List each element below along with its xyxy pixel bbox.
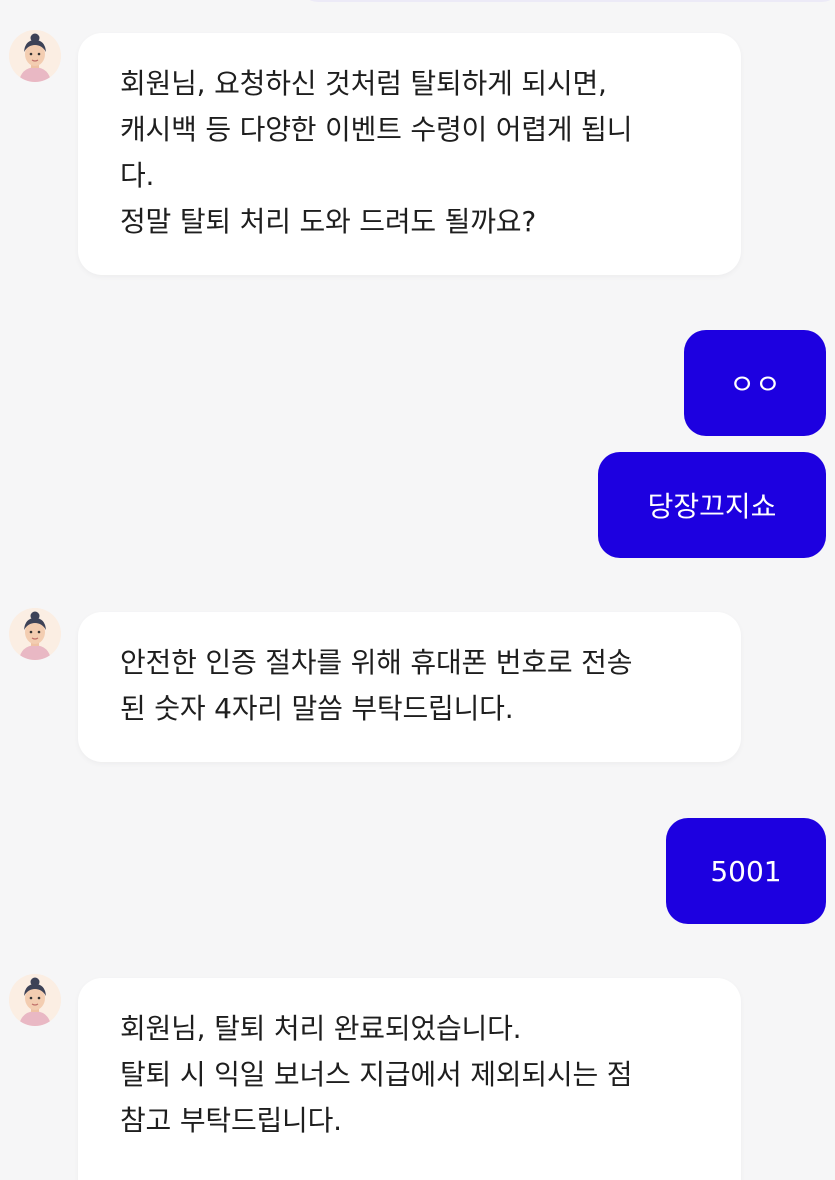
user-message-bubble: 5001 xyxy=(666,818,826,924)
user-message-text: ㅇㅇ xyxy=(729,368,781,401)
chat-screen: 회원님, 요청하신 것처럼 탈퇴하게 되시면, 캐시백 등 다양한 이벤트 수령… xyxy=(0,0,835,1180)
user-message-text: 5001 xyxy=(710,854,782,888)
agent-avatar-icon xyxy=(9,608,61,660)
user-message-text: 당장끄지쇼 xyxy=(647,490,777,523)
previous-message-edge xyxy=(300,0,835,2)
bot-message-bubble: 안전한 인증 절차를 위해 휴대폰 번호로 전송 된 숫자 4자리 말씀 부탁드… xyxy=(78,612,741,762)
user-message-bubble: 당장끄지쇼 xyxy=(598,452,826,558)
agent-avatar-icon xyxy=(9,974,61,1026)
bot-message-bubble: 회원님, 요청하신 것처럼 탈퇴하게 되시면, 캐시백 등 다양한 이벤트 수령… xyxy=(78,33,741,275)
user-message-bubble: ㅇㅇ xyxy=(684,330,826,436)
bot-message-text: 안전한 인증 절차를 위해 휴대폰 번호로 전송 된 숫자 4자리 말씀 부탁드… xyxy=(120,646,633,725)
agent-avatar-icon xyxy=(9,30,61,82)
bot-message-text: 회원님, 탈퇴 처리 완료되었습니다. 탈퇴 시 익일 보너스 지급에서 제외되… xyxy=(120,1012,633,1137)
bot-message-text: 회원님, 요청하신 것처럼 탈퇴하게 되시면, 캐시백 등 다양한 이벤트 수령… xyxy=(120,67,633,238)
bot-message-bubble: 회원님, 탈퇴 처리 완료되었습니다. 탈퇴 시 익일 보너스 지급에서 제외되… xyxy=(78,978,741,1180)
